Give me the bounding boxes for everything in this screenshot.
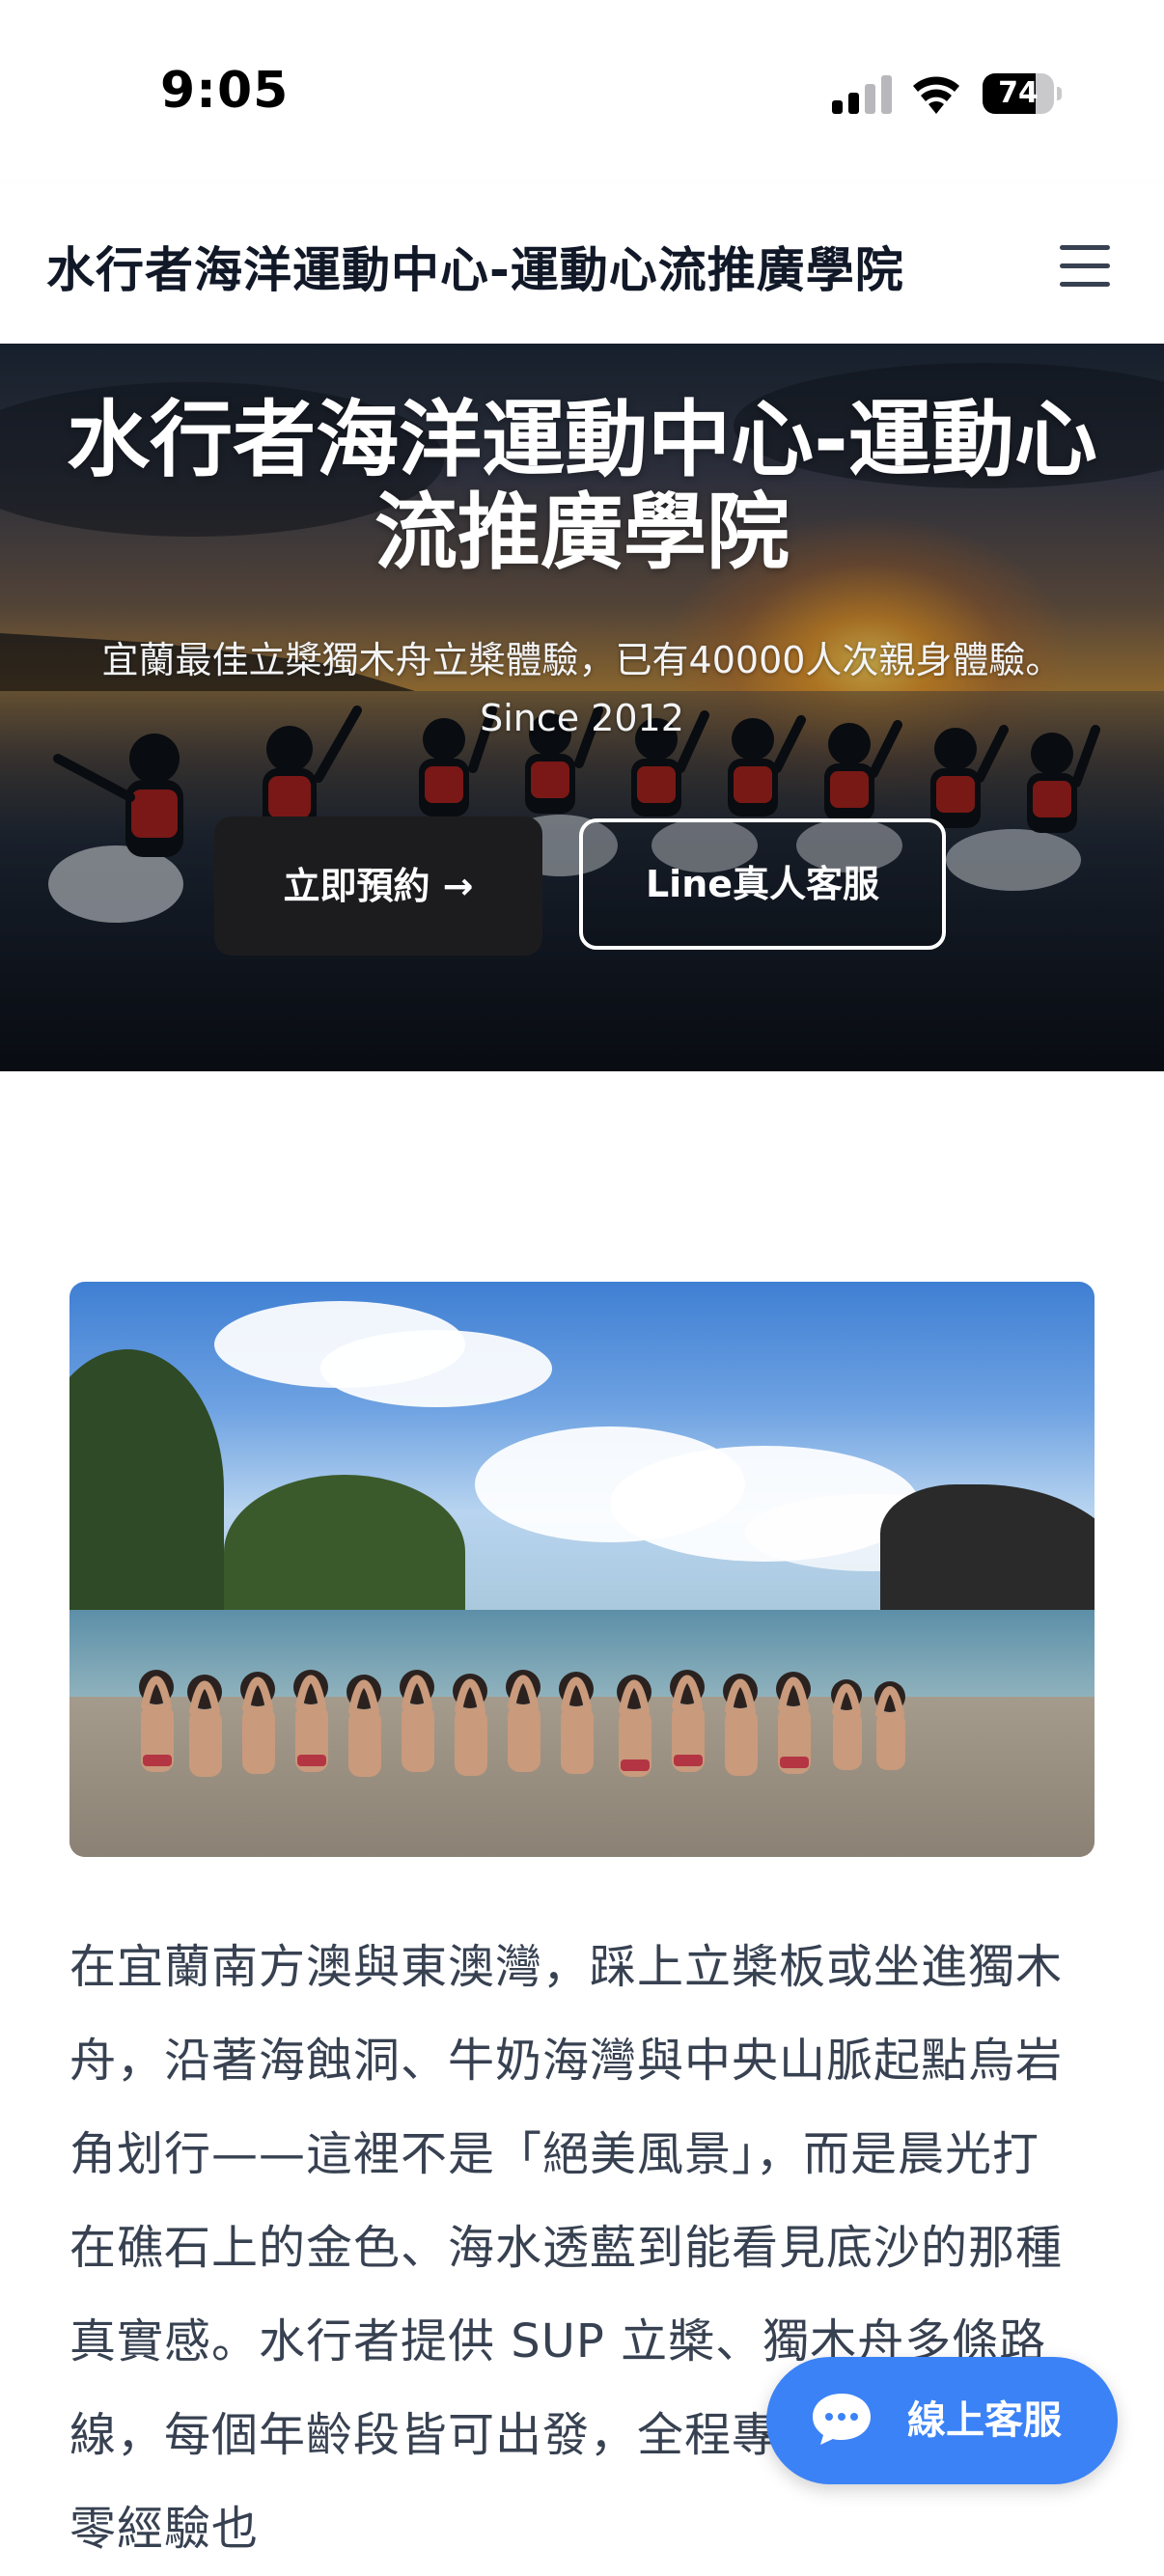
battery-body: 74 [983, 73, 1054, 114]
chat-label: 線上客服 [907, 2398, 1062, 2443]
chat-bubble-icon [813, 2394, 871, 2445]
photo-group-of-people [139, 1670, 905, 1777]
menu-line [1060, 245, 1110, 250]
menu-line [1060, 282, 1110, 287]
site-title[interactable]: 水行者海洋運動中心-運動心流推廣學院 [46, 232, 904, 301]
wifi-icon [913, 76, 959, 114]
live-chat-button[interactable]: 線上客服 [766, 2357, 1118, 2484]
status-time: 9:05 [160, 62, 290, 120]
book-now-button[interactable]: 立即預約 → [214, 817, 542, 956]
hero-subtitle: 宜蘭最佳立槳獨木舟立槳體驗，已有40000人次親身體驗。 Since 2012 [101, 639, 1063, 739]
status-bar: 9:05 74 [0, 0, 1164, 183]
battery-tip [1057, 87, 1062, 100]
battery-indicator: 74 [983, 73, 1062, 114]
hero-banner: 水行者海洋運動中心-運動心流推廣學院 宜蘭最佳立槳獨木舟立槳體驗，已有40000… [0, 344, 1164, 1071]
hero-title: 水行者海洋運動中心-運動心流推廣學院 [67, 392, 1097, 581]
site-header: 水行者海洋運動中心-運動心流推廣學院 [0, 183, 1164, 344]
battery-level: 74 [998, 76, 1039, 110]
hamburger-menu-icon[interactable] [1052, 234, 1120, 297]
cellular-signal-icon [832, 75, 892, 114]
menu-line [1060, 263, 1110, 268]
beach-group-photo [69, 1282, 1095, 1857]
line-support-button[interactable]: Line真人客服 [579, 818, 946, 950]
